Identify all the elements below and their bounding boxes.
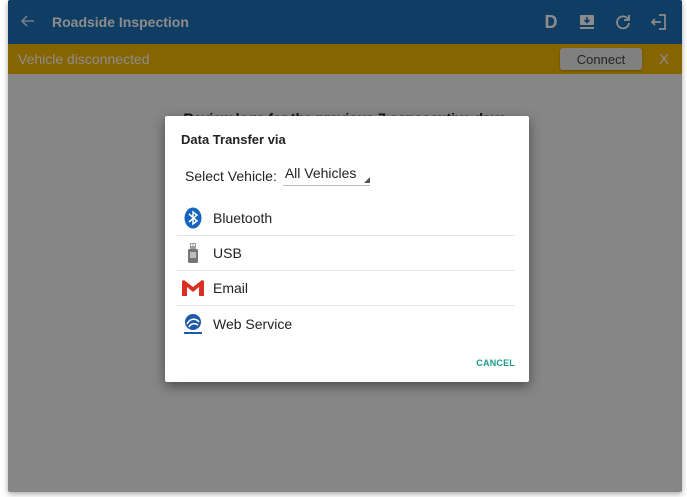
option-web-service[interactable]: Web Service bbox=[177, 306, 515, 341]
option-label: Bluetooth bbox=[213, 210, 273, 226]
option-bluetooth[interactable]: Bluetooth bbox=[177, 201, 515, 236]
option-label: USB bbox=[213, 245, 242, 261]
dropdown-arrow-icon bbox=[364, 177, 371, 183]
vehicle-dropdown[interactable]: All Vehicles bbox=[282, 165, 371, 186]
app-window: Roadside Inspection D Vehicle disconnect… bbox=[8, 0, 682, 492]
fmcsa-icon bbox=[181, 312, 205, 336]
option-usb[interactable]: USB bbox=[177, 236, 515, 271]
gmail-icon bbox=[181, 276, 205, 300]
vehicle-dropdown-value: All Vehicles bbox=[284, 165, 357, 181]
vehicle-label: Select Vehicle: bbox=[185, 167, 277, 184]
cancel-button[interactable]: CANCEL bbox=[476, 358, 515, 368]
data-transfer-dialog: Data Transfer via Select Vehicle: All Ve… bbox=[165, 116, 529, 382]
dialog-title: Data Transfer via bbox=[181, 132, 286, 147]
option-label: Email bbox=[213, 280, 249, 296]
option-email[interactable]: Email bbox=[177, 271, 515, 306]
option-label: Web Service bbox=[213, 315, 293, 332]
bluetooth-icon bbox=[181, 206, 205, 230]
vehicle-selector-row: Select Vehicle: All Vehicles bbox=[185, 165, 371, 186]
usb-drive-icon bbox=[181, 241, 205, 265]
transfer-options-list: Bluetooth USB Email Web Service bbox=[177, 201, 515, 341]
